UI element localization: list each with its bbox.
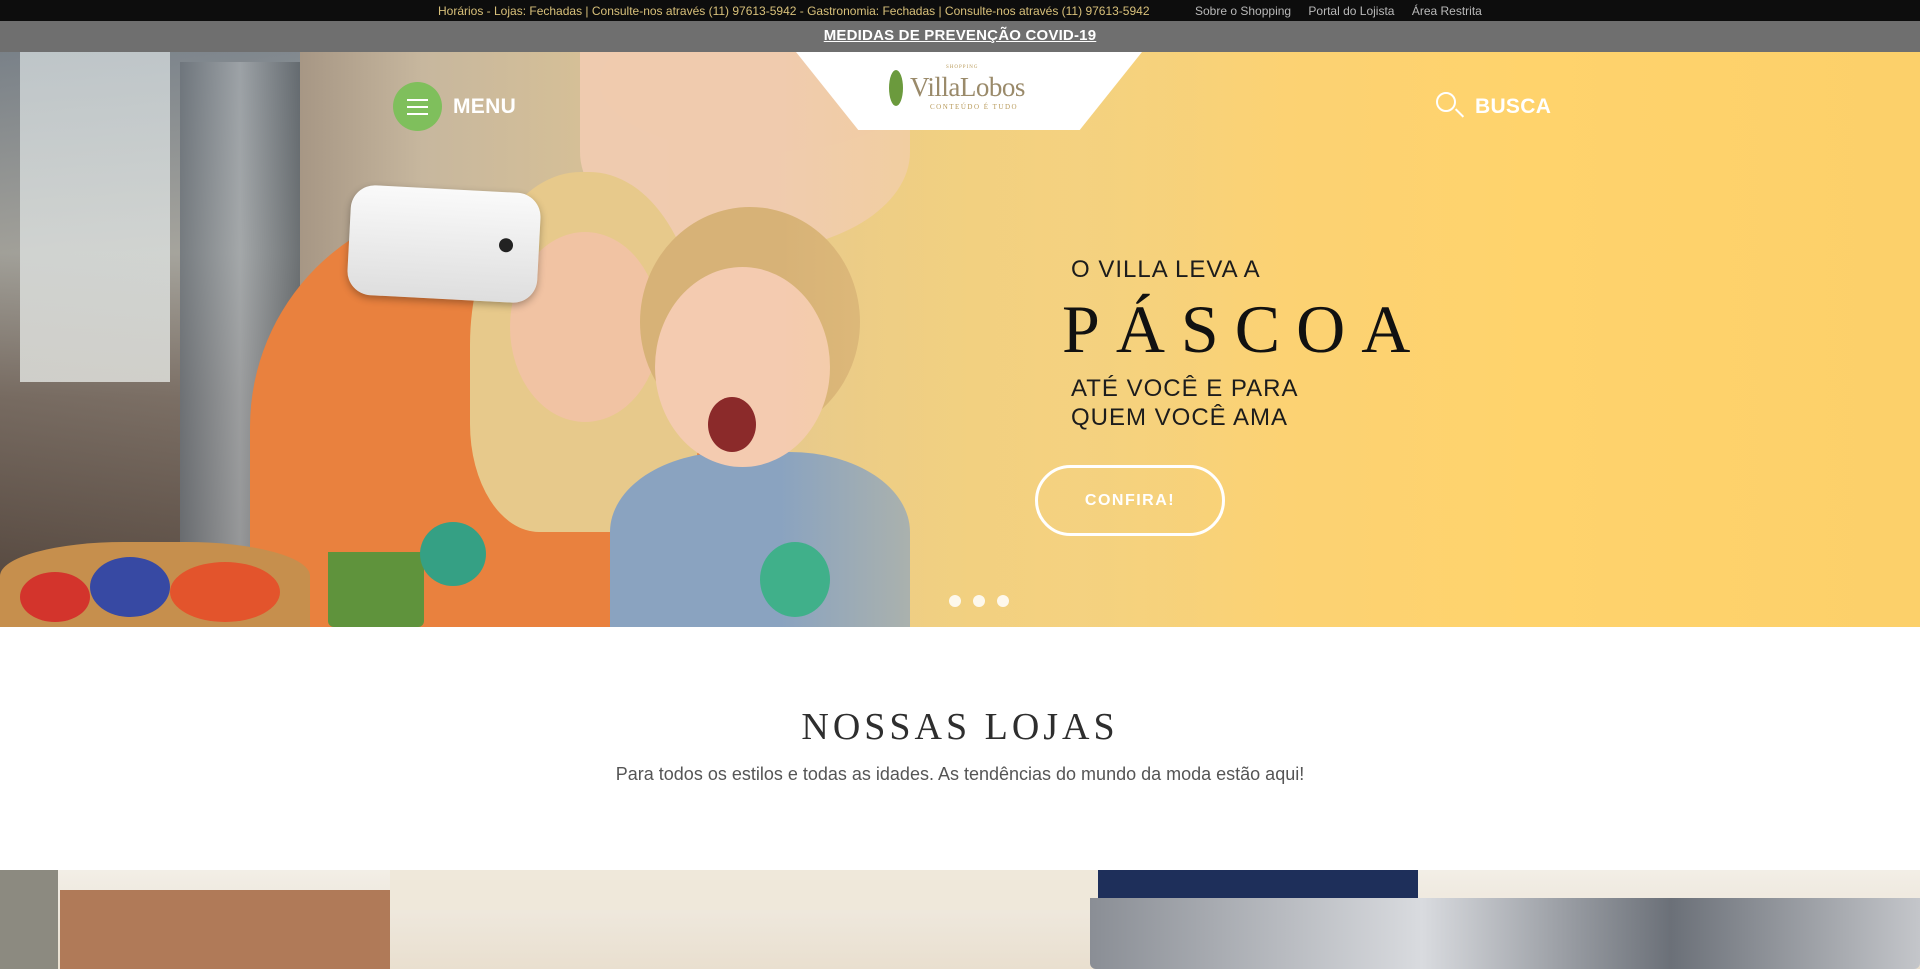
search-label[interactable]: BUSCA — [1475, 95, 1551, 119]
section-title-nossas-lojas: NOSSAS LOJAS — [801, 706, 1119, 748]
carousel-dot-1[interactable] — [949, 595, 961, 607]
covid-bar: MEDIDAS DE PREVENÇÃO COVID-19 — [0, 21, 1920, 52]
hero-smartphone-image — [346, 184, 542, 304]
section-subtitle-nossas-lojas: Para todos os estilos e todas as idades.… — [615, 764, 1305, 784]
hero-title: PÁSCOA — [1062, 291, 1427, 367]
hero-background-window — [20, 52, 170, 382]
hero-line-1: O VILLA LEVA A — [1071, 256, 1261, 283]
carousel-dot-2[interactable] — [973, 595, 985, 607]
confira-button[interactable]: CONFIRA! — [1035, 465, 1225, 536]
search-icon[interactable] — [1436, 92, 1456, 112]
hero-easter-egg — [170, 562, 280, 622]
logo-name: VillaLobos — [910, 72, 1025, 102]
hero-line-2b: QUEM VOCÊ AMA — [1071, 404, 1289, 431]
logo-tagline: CONTEÚDO É TUDO — [930, 103, 1019, 111]
link-sobre-o-shopping[interactable]: Sobre o Shopping — [1195, 4, 1291, 18]
menu-icon — [407, 99, 428, 101]
menu-button[interactable] — [393, 82, 442, 131]
opening-hours-text: Horários - Lojas: Fechadas | Consulte-no… — [438, 4, 1150, 18]
link-area-restrita[interactable]: Área Restrita — [1412, 4, 1482, 18]
link-portal-do-lojista[interactable]: Portal do Lojista — [1308, 4, 1394, 18]
logo-prefix: SHOPPING — [946, 65, 979, 70]
hero-banner — [0, 52, 1920, 627]
covid-measures-link[interactable]: MEDIDAS DE PREVENÇÃO COVID-19 — [824, 27, 1097, 44]
villalobos-leaf-icon — [889, 70, 903, 106]
hero-easter-egg — [420, 522, 486, 586]
hero-easter-egg — [20, 572, 90, 622]
top-links: Sobre o Shopping Portal do Lojista Área … — [1195, 4, 1496, 18]
menu-label[interactable]: MENU — [453, 95, 516, 119]
hero-line-2: ATÉ VOCÊ E PARA QUEM VOCÊ AMA — [1071, 374, 1299, 432]
hero-easter-egg — [90, 557, 170, 617]
mall-interior-image — [0, 870, 1920, 969]
hero-child-mouth — [708, 397, 756, 452]
hero-line-2a: ATÉ VOCÊ E PARA — [1071, 375, 1299, 402]
hero-dye-glass — [328, 552, 424, 627]
top-info-bar: Horários - Lojas: Fechadas | Consulte-no… — [0, 0, 1920, 21]
carousel-dot-3[interactable] — [997, 595, 1009, 607]
hero-easter-egg — [760, 542, 830, 617]
carousel-dots — [949, 594, 1021, 612]
